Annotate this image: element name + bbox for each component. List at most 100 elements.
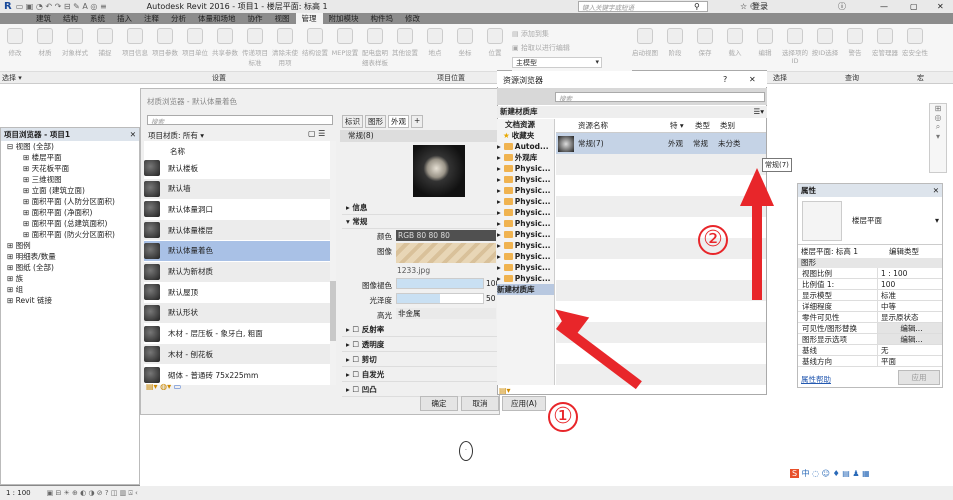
tab-1[interactable]: 图形 xyxy=(365,115,386,128)
material-row[interactable]: 默认楼板 xyxy=(144,158,330,178)
tab-2[interactable]: 系统 xyxy=(84,13,111,24)
apply-button[interactable]: 应用 xyxy=(898,370,940,385)
tree-item[interactable]: ⊞ 面积平面 (人防分区面积) xyxy=(1,196,139,207)
tree-item[interactable]: ⊞ 明细表/数量 xyxy=(1,251,139,262)
section-cutout[interactable]: ▸ ☐ 剪切 xyxy=(342,353,497,367)
property-row[interactable]: 可见性/图形替换 编辑... xyxy=(798,323,942,334)
column-header-0[interactable]: 资源名称 xyxy=(556,119,668,132)
property-value[interactable]: 1 : 100 xyxy=(878,268,942,278)
library-item[interactable]: ▸ Physic... xyxy=(497,196,554,207)
maximize-button[interactable]: ▢ xyxy=(910,2,918,11)
property-row[interactable]: 基线无 xyxy=(798,345,942,356)
material-search-input[interactable]: 搜索 xyxy=(147,115,333,126)
tree-item[interactable]: ⊞ 图纸 (全部) xyxy=(1,262,139,273)
property-row[interactable]: 显示模型 标准 xyxy=(798,290,942,301)
main-model-dropdown[interactable]: 主模型 ▾ xyxy=(512,57,602,68)
ribbon-button-13[interactable]: 其他设置 xyxy=(390,24,420,71)
ribbon-button-2[interactable]: 对象样式 xyxy=(60,24,90,71)
property-value[interactable]: 编辑... xyxy=(878,334,942,344)
tab-8[interactable]: 视图 xyxy=(269,13,296,24)
material-row[interactable]: 默认体量着色 xyxy=(144,240,330,261)
property-row[interactable]: 图形显示选项 编辑... xyxy=(798,334,942,345)
asset-header[interactable]: 常规(8) xyxy=(340,130,498,142)
ime-toolbar[interactable]: S 中 ◌ ☺ ♦ ▤ ♟ ▦ xyxy=(790,468,870,479)
cancel-button[interactable]: 取消 xyxy=(461,396,499,411)
tab-3[interactable]: 插入 xyxy=(111,13,138,24)
ribbon-button-0[interactable]: 修改 xyxy=(0,24,30,71)
close-icon[interactable]: ✕ xyxy=(130,128,136,141)
ribbon-button-23[interactable]: 保存 xyxy=(690,24,720,71)
minimize-button[interactable]: — xyxy=(880,2,888,11)
ribbon-button-16[interactable]: 位置 xyxy=(480,24,510,71)
ribbon-button-30[interactable]: 宏安全性 xyxy=(900,24,930,71)
ribbon-button-15[interactable]: 坐标 xyxy=(450,24,480,71)
image-fade-slider[interactable] xyxy=(396,278,484,289)
property-value[interactable]: 无 xyxy=(878,345,942,355)
close-icon[interactable]: ✕ xyxy=(933,184,939,197)
tree-item[interactable]: ⊟ 视图 (全部) xyxy=(1,141,139,152)
material-row[interactable]: 默认为新材质 xyxy=(144,261,330,282)
image-texture[interactable] xyxy=(396,243,496,263)
quick-access-toolbar[interactable]: ▭ ▣ ◔ ↶ ↷ ⊟ ✎ A ◎ ≡ xyxy=(16,2,107,11)
color-swatch[interactable]: RGB 80 80 80 xyxy=(396,230,496,241)
revit-logo[interactable]: R xyxy=(0,1,16,12)
highlight-dropdown[interactable]: 非金属 xyxy=(396,308,496,319)
property-row[interactable]: 零件可见性 显示原状态 xyxy=(798,312,942,323)
ribbon-button-9[interactable]: 清除未使用项 xyxy=(270,24,300,71)
tree-item[interactable]: ⊞ 面积平面 (防火分区面积) xyxy=(1,229,139,240)
library-item[interactable]: ▸ Physic... xyxy=(497,207,554,218)
glossiness-value[interactable]: 50 xyxy=(486,294,496,303)
section-info[interactable]: ▸ 信息 xyxy=(342,201,497,215)
search-input[interactable]: 键入关键字或短语 xyxy=(578,1,708,12)
ribbon-button-14[interactable]: 地点 xyxy=(420,24,450,71)
ribbon-button-26[interactable]: 选择项的ID xyxy=(780,24,810,71)
library-item[interactable]: ▸ Autod... xyxy=(497,141,554,152)
group-graphics[interactable]: 图形 xyxy=(798,258,942,268)
ribbon-button-27[interactable]: 按ID选择 xyxy=(810,24,840,71)
library-item[interactable]: ▸ Physic... xyxy=(497,174,554,185)
close-button[interactable]: ✕ xyxy=(937,2,944,11)
tree-item[interactable]: ⊞ 天花板平面 xyxy=(1,163,139,174)
ribbon-button-25[interactable]: 编辑 xyxy=(750,24,780,71)
library-item[interactable]: 文档资源 xyxy=(497,119,554,130)
property-value[interactable]: 中等 xyxy=(878,301,942,311)
column-header-2[interactable]: 类型 xyxy=(693,119,718,132)
material-row[interactable]: 默认体量楼层 xyxy=(144,220,330,241)
help-button[interactable]: ? xyxy=(723,75,727,84)
property-value[interactable]: 编辑... xyxy=(878,323,942,333)
library-item[interactable]: ▸ Physic... xyxy=(497,262,554,273)
tree-item[interactable]: ⊞ 面积平面 (净面积) xyxy=(1,207,139,218)
scrollbar[interactable] xyxy=(330,141,336,385)
property-value[interactable]: 100 xyxy=(878,279,942,289)
material-row[interactable]: 木材 - 刨花板 xyxy=(144,344,330,365)
material-row[interactable]: 默认屋顶 xyxy=(144,282,330,302)
tree-item[interactable]: ⊞ Revit 链接 xyxy=(1,295,139,306)
ribbon-button-1[interactable]: 材质 xyxy=(30,24,60,71)
section-reflectivity[interactable]: ▸ ☐ 反射率 xyxy=(342,323,497,337)
add-to-set-button[interactable]: ▤ 添加到集 xyxy=(512,29,549,39)
binoculars-icon[interactable]: ⚲ xyxy=(694,2,700,11)
instance-selector[interactable]: 楼层平面: 标高 1 xyxy=(801,246,889,257)
library-item[interactable]: ★ 收藏夹 xyxy=(497,130,554,141)
library-item[interactable]: ▸ Physic... xyxy=(497,163,554,174)
property-row[interactable]: 基线方向 平面 xyxy=(798,356,942,367)
close-button[interactable]: ✕ xyxy=(749,75,756,84)
property-value[interactable]: 平面 xyxy=(878,356,942,366)
column-name-header[interactable]: 名称 xyxy=(170,146,185,157)
section-self-illumination[interactable]: ▸ ☐ 自发光 xyxy=(342,368,497,382)
type-selector[interactable]: 楼层平面 ▾ xyxy=(798,197,942,245)
section-generic[interactable]: ▾ 常规 xyxy=(342,215,497,229)
property-row[interactable]: 比例值 1: 100 xyxy=(798,279,942,290)
tab-4[interactable]: 注释 xyxy=(138,13,165,24)
ribbon-button-5[interactable]: 项目参数 xyxy=(150,24,180,71)
list-view-icon[interactable]: ☰▾ xyxy=(754,106,765,118)
library-item[interactable]: ▸ 外观库 xyxy=(497,152,554,163)
tab-9[interactable]: 管理 xyxy=(295,13,323,24)
ribbon-button-21[interactable]: 启动视图 xyxy=(630,24,660,71)
library-item[interactable]: ▸ Physic... xyxy=(497,273,554,284)
tab-11[interactable]: 构件坞 xyxy=(365,13,400,24)
tree-item[interactable]: ⊞ 楼层平面 xyxy=(1,152,139,163)
properties-help-link[interactable]: 属性帮助 xyxy=(801,374,831,385)
tree-item[interactable]: ⊞ 图例 xyxy=(1,240,139,251)
tree-item[interactable]: ⊞ 三维视图 xyxy=(1,174,139,185)
